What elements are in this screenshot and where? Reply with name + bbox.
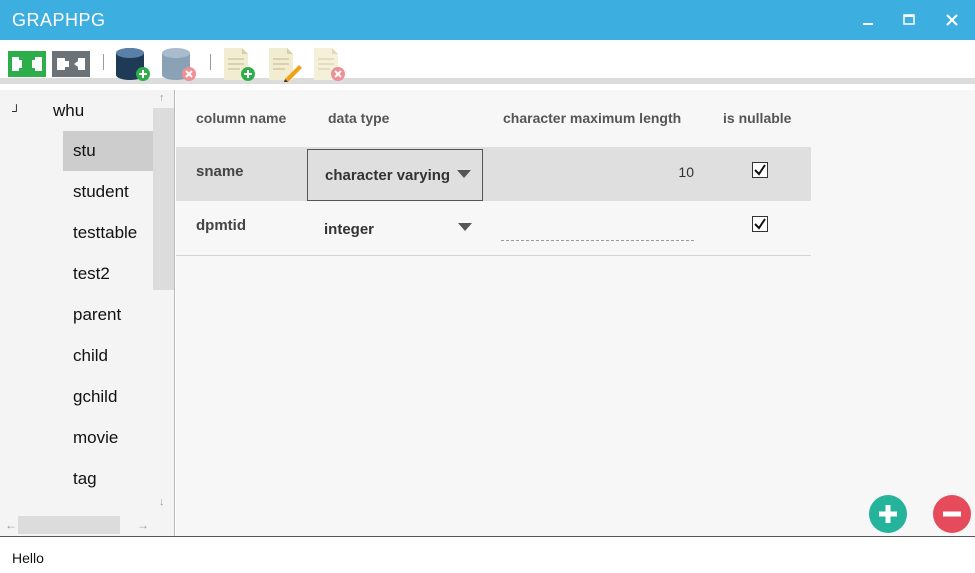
tree-root-label: whu (53, 101, 85, 120)
window-title: GRAPHPG (12, 10, 106, 30)
toolbar-separator (210, 54, 211, 70)
tree-item-tag[interactable]: tag (63, 459, 153, 499)
disconnect-icon (52, 51, 90, 77)
scroll-left-icon[interactable]: ← (5, 518, 17, 532)
header-column-name: column name (196, 110, 287, 126)
data-type-value: integer (324, 220, 375, 238)
column-name-cell[interactable]: sname (196, 163, 244, 180)
max-length-field[interactable] (501, 211, 694, 241)
tree-item-student[interactable]: student (63, 172, 153, 212)
nullable-checkbox[interactable] (752, 162, 768, 178)
table-row[interactable]: sname character varying 10 (176, 147, 811, 201)
chevron-down-icon (457, 170, 471, 178)
title-bar: GRAPHPG (0, 0, 975, 40)
database-add-icon (116, 48, 150, 81)
grid-header: column name data type character maximum … (176, 90, 811, 147)
disconnect-button[interactable] (52, 46, 90, 82)
data-type-dropdown[interactable]: character varying (307, 149, 483, 201)
tree-item-testtable[interactable]: testtable (63, 213, 153, 253)
checkmark-icon (754, 164, 766, 176)
add-column-button[interactable] (869, 495, 907, 533)
column-editor: column name data type character maximum … (176, 90, 975, 536)
scrollbar-thumb[interactable] (18, 516, 120, 534)
minimize-button[interactable] (853, 8, 883, 32)
close-button[interactable] (937, 8, 967, 32)
status-bar: Hello (0, 536, 975, 573)
header-data-type: data type (328, 110, 390, 126)
maximize-button[interactable] (894, 8, 924, 32)
add-database-button[interactable] (114, 46, 152, 82)
remove-circle-icon (943, 511, 961, 517)
table-tree: ┘ whu stu student testtable test2 parent… (0, 90, 175, 536)
add-table-button[interactable] (220, 46, 258, 82)
connect-icon (8, 51, 46, 77)
scroll-down-icon[interactable]: ↓ (159, 496, 165, 508)
maximize-icon (903, 14, 915, 25)
tree-item-gchild[interactable]: gchild (63, 377, 153, 417)
toolbar (0, 40, 975, 84)
connect-button[interactable] (8, 46, 46, 82)
tree-collapse-toggle[interactable]: ┘ (12, 104, 32, 118)
tree-item-movie[interactable]: movie (63, 418, 153, 458)
table-add-icon (224, 48, 255, 81)
add-circle-icon (879, 505, 897, 523)
tree-root[interactable]: ┘ whu (12, 100, 84, 122)
table-edit-icon (269, 48, 302, 82)
max-length-field[interactable]: 10 (501, 157, 694, 187)
columns-grid: column name data type character maximum … (176, 90, 811, 256)
checkmark-icon (754, 218, 766, 230)
header-max-length: character maximum length (503, 110, 682, 126)
chevron-down-icon (458, 223, 472, 231)
edit-table-button[interactable] (265, 46, 303, 82)
status-text: Hello (12, 550, 44, 566)
tree-item-test2[interactable]: test2 (63, 254, 153, 294)
delete-table-button[interactable] (310, 46, 348, 82)
scrollbar-thumb[interactable] (153, 108, 174, 290)
database-remove-icon (162, 48, 196, 81)
close-icon (946, 14, 958, 26)
scroll-up-icon[interactable]: ↑ (159, 92, 165, 104)
remove-database-button[interactable] (160, 46, 198, 82)
tree-item-child[interactable]: child (63, 336, 153, 376)
data-type-value: character varying (325, 166, 451, 184)
column-name-cell[interactable]: dpmtid (196, 217, 246, 234)
tree-horizontal-scrollbar[interactable]: ← → (0, 514, 153, 536)
minimize-icon (863, 23, 873, 25)
tree-item-stu[interactable]: stu (63, 131, 153, 171)
tree-vertical-scrollbar[interactable]: ↑ ↓ (153, 90, 174, 514)
table-row[interactable]: dpmtid integer (176, 201, 811, 255)
grid-divider (176, 255, 811, 256)
data-type-dropdown[interactable]: integer (307, 203, 483, 255)
scroll-right-icon[interactable]: → (137, 518, 149, 532)
tree-item-parent[interactable]: parent (63, 295, 153, 335)
remove-column-button[interactable] (933, 495, 971, 533)
header-is-nullable: is nullable (723, 110, 792, 126)
nullable-checkbox[interactable] (752, 216, 768, 232)
table-delete-icon (314, 48, 345, 81)
toolbar-separator (103, 54, 104, 70)
